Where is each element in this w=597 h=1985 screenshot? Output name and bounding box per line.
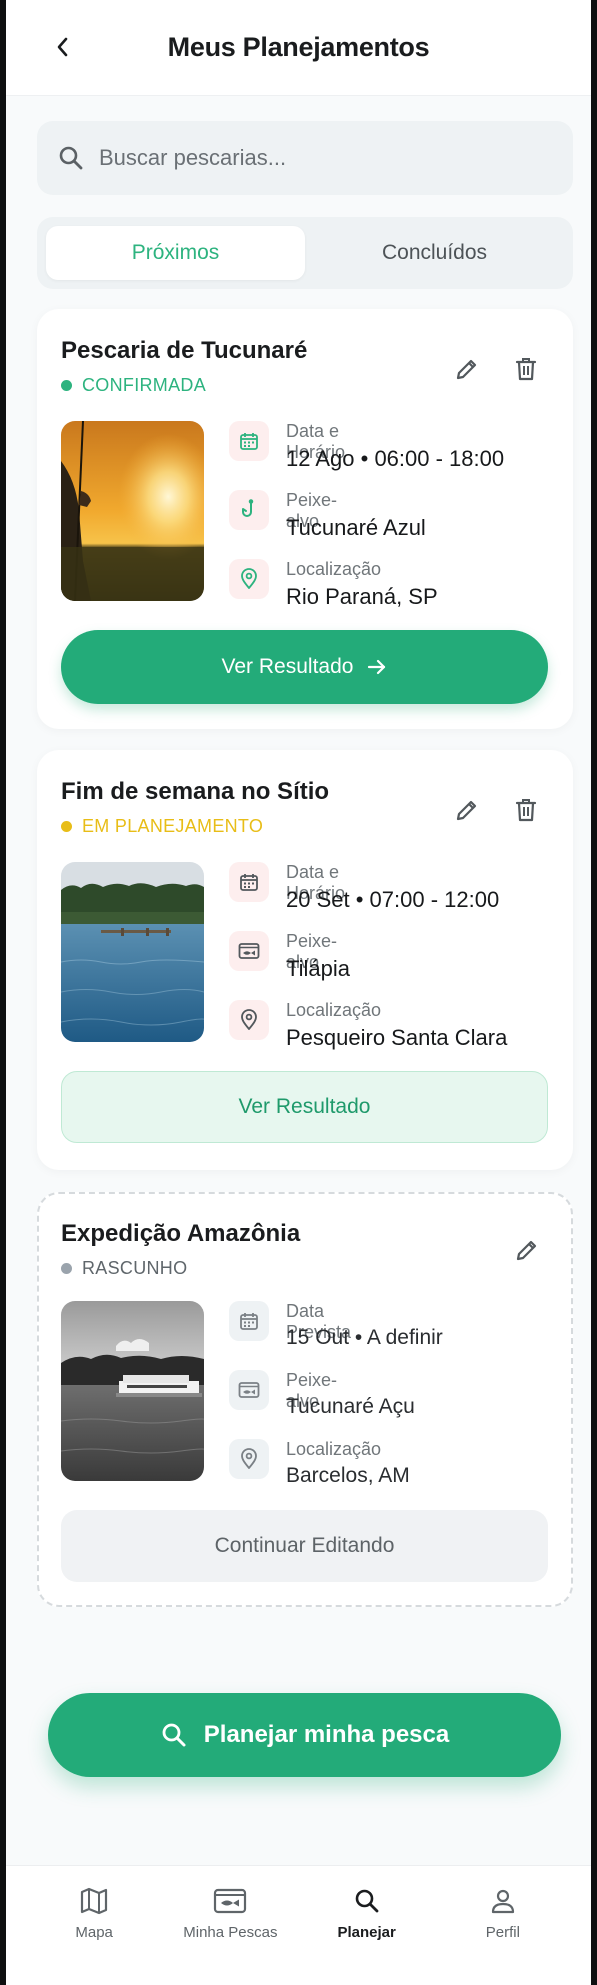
nav-item-planejar[interactable]: Planejar: [307, 1866, 427, 1985]
nav-label: Perfil: [485, 1924, 520, 1941]
header: Meus Planejamentos: [6, 0, 591, 96]
map-pin-icon: [229, 1000, 269, 1040]
plan-card-draft: Expedição Amazônia RASCUNHO Data Previst…: [37, 1192, 573, 1607]
tab-proximos[interactable]: Próximos: [46, 226, 305, 280]
nav-item-minha-pescas[interactable]: Minha Pescas: [170, 1866, 290, 1985]
card-title: Pescaria de Tucunaré: [61, 337, 308, 364]
status-badge: CONFIRMADA: [61, 375, 206, 396]
search-icon: [59, 146, 83, 170]
nav-label: Planejar: [337, 1924, 396, 1941]
status-badge: EM PLANEJAMENTO: [61, 816, 263, 837]
chevron-left-icon: [57, 37, 68, 57]
fish-value: Tilápia: [286, 956, 350, 981]
fish-value: Tucunaré Azul: [286, 515, 426, 540]
trip-photo-lake: [61, 862, 204, 1042]
trash-icon: [515, 358, 537, 381]
status-dot: [61, 1263, 72, 1274]
calendar-icon: [229, 1301, 269, 1341]
continuar-editando-button[interactable]: Continuar Editando: [61, 1510, 548, 1582]
button-label: Ver Resultado: [221, 655, 354, 678]
status-label: EM PLANEJAMENTO: [82, 816, 264, 836]
nav-label: Mapa: [75, 1924, 113, 1941]
fish-card-icon: [229, 1370, 269, 1410]
fish-card-icon: [214, 1888, 247, 1914]
map-pin-icon: [229, 559, 269, 599]
status-badge: RASCUNHO: [61, 1258, 187, 1279]
pencil-icon: [456, 359, 477, 380]
fish-value: Tucunaré Açu: [286, 1395, 415, 1418]
button-label: Ver Resultado: [238, 1095, 371, 1118]
plan-card: Fim de semana no Sítio EM PLANEJAMENTO D…: [37, 750, 573, 1170]
search-icon: [162, 1723, 186, 1747]
pencil-icon: [516, 1240, 537, 1261]
hook-icon: [229, 490, 269, 530]
edit-button[interactable]: [509, 1232, 545, 1268]
map-icon: [81, 1887, 108, 1915]
trash-icon: [515, 799, 537, 822]
map-pin-icon: [229, 1439, 269, 1479]
search-bar[interactable]: [37, 121, 573, 195]
location-label: Localização: [286, 1000, 382, 1020]
location-label: Localização: [286, 559, 382, 579]
date-value: 12 Ago • 06:00 - 18:00: [286, 446, 505, 471]
edit-button[interactable]: [449, 351, 485, 387]
nav-label: Minha Pescas: [183, 1924, 278, 1941]
card-title: Expedição Amazônia: [61, 1220, 301, 1247]
nav-item-perfil[interactable]: Perfil: [443, 1866, 563, 1985]
pencil-icon: [456, 800, 477, 821]
date-value: 15 Out • A definir: [286, 1326, 443, 1349]
nav-item-mapa[interactable]: Mapa: [34, 1866, 154, 1985]
calendar-icon: [229, 421, 269, 461]
date-value: 20 Set • 07:00 - 12:00: [286, 887, 500, 912]
trip-photo-boat: [61, 1301, 204, 1481]
plan-card: Pescaria de Tucunaré CONFIRMADA Data e H…: [37, 309, 573, 729]
arrow-right-icon: [368, 659, 386, 675]
ver-resultado-button[interactable]: Ver Resultado: [61, 630, 548, 704]
tab-bar: Próximos Concluídos: [37, 217, 573, 289]
page-title: Meus Planejamentos: [167, 32, 430, 62]
delete-button[interactable]: [508, 351, 544, 387]
location-value: Pesqueiro Santa Clara: [286, 1025, 508, 1050]
location-value: Rio Paraná, SP: [286, 584, 438, 609]
app-screen: Meus Planejamentos Próximos Concluídos P…: [0, 0, 597, 1985]
location-label: Localização: [286, 1439, 382, 1459]
fish-card-icon: [229, 931, 269, 971]
button-label: Continuar Editando: [214, 1534, 395, 1557]
calendar-icon: [229, 862, 269, 902]
plan-fishing-button[interactable]: Planejar minha pesca: [48, 1693, 561, 1777]
trip-photo-sunset: [61, 421, 204, 601]
plan-button-label: Planejar minha pesca: [203, 1721, 450, 1748]
status-label: CONFIRMADA: [82, 375, 206, 395]
status-label: RASCUNHO: [82, 1258, 188, 1278]
tab-concluidos[interactable]: Concluídos: [305, 226, 564, 280]
user-icon: [491, 1889, 514, 1914]
status-dot: [61, 821, 72, 832]
location-value: Barcelos, AM: [286, 1464, 410, 1487]
search-icon: [355, 1889, 379, 1913]
ver-resultado-button[interactable]: Ver Resultado: [61, 1071, 548, 1143]
bottom-nav: Mapa Minha Pescas Planejar Perfil: [6, 1865, 591, 1985]
edit-button[interactable]: [449, 792, 485, 828]
card-title: Fim de semana no Sítio: [61, 778, 330, 805]
back-button[interactable]: [48, 32, 78, 62]
search-input[interactable]: [99, 145, 539, 171]
delete-button[interactable]: [508, 792, 544, 828]
status-dot: [61, 380, 72, 391]
